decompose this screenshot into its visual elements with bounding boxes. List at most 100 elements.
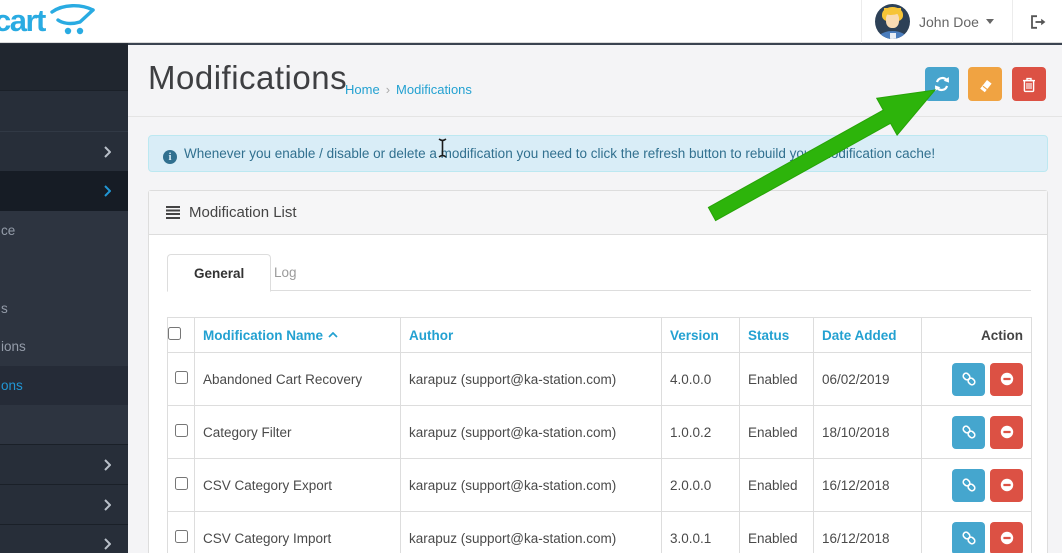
row-checkbox[interactable] — [175, 424, 188, 437]
sidebar-subitem-marketplace[interactable]: ce — [0, 211, 128, 250]
column-header-name[interactable]: Modification Name — [195, 318, 401, 353]
cell-version: 2.0.0.0 — [662, 459, 740, 512]
toggle-modification-button[interactable] — [952, 363, 985, 396]
column-header-action: Action — [922, 318, 1032, 353]
page-title: Modifications — [148, 59, 347, 97]
table-row: CSV Category Export karapuz (support@ka-… — [168, 459, 1032, 512]
sidebar-item-1[interactable] — [0, 44, 128, 90]
chevron-right-icon — [104, 185, 111, 197]
logo[interactable]: cart — [0, 0, 128, 43]
sidebar-subitem-extensions[interactable]: s — [0, 289, 128, 328]
cell-name: Abandoned Cart Recovery — [195, 353, 401, 406]
cart-icon — [49, 1, 97, 37]
column-header-status[interactable]: Status — [740, 318, 814, 353]
cell-date: 16/12/2018 — [814, 459, 922, 512]
select-all-checkbox[interactable] — [168, 327, 181, 340]
avatar — [875, 4, 910, 39]
alert-text: Whenever you enable / disable or delete … — [184, 146, 935, 161]
cell-author: karapuz (support@ka-station.com) — [401, 353, 662, 406]
column-header-author[interactable]: Author — [401, 318, 662, 353]
column-header-date[interactable]: Date Added — [814, 318, 922, 353]
minus-circle-icon — [999, 477, 1015, 493]
main-content: Modifications Home › Modifications — [128, 45, 1062, 553]
sidebar-item-5[interactable] — [0, 444, 128, 484]
cell-version: 4.0.0.0 — [662, 353, 740, 406]
disable-modification-button[interactable] — [990, 416, 1023, 449]
table-row: CSV Category Import karapuz (support@ka-… — [168, 512, 1032, 553]
info-icon — [163, 150, 177, 164]
tab-log[interactable]: Log — [248, 254, 323, 291]
clear-button[interactable] — [968, 67, 1002, 101]
breadcrumb-separator: › — [386, 82, 390, 97]
panel-title: Modification List — [189, 204, 297, 221]
cell-status: Enabled — [740, 512, 814, 553]
table-header-row: Modification Name Author Version Status … — [168, 318, 1032, 353]
cell-name: CSV Category Import — [195, 512, 401, 553]
page-header: Modifications Home › Modifications — [128, 45, 1062, 117]
sidebar-item-6[interactable] — [0, 484, 128, 524]
modification-list-panel: Modification List General Log Modificati… — [148, 190, 1048, 553]
toggle-modification-button[interactable] — [952, 469, 985, 502]
top-header: cart John Doe — [0, 0, 1062, 43]
chevron-right-icon — [104, 538, 111, 550]
opencart-admin: cart John Doe — [0, 0, 1062, 553]
disable-modification-button[interactable] — [990, 363, 1023, 396]
sidebar-nav: ce s ions ons — [0, 43, 128, 553]
info-alert: Whenever you enable / disable or delete … — [148, 135, 1048, 172]
tabs: General Log — [167, 254, 1031, 291]
row-checkbox[interactable] — [175, 371, 188, 384]
link-icon — [961, 477, 977, 493]
disable-modification-button[interactable] — [990, 469, 1023, 502]
logout-button[interactable] — [1014, 0, 1062, 43]
chevron-right-icon — [104, 146, 111, 158]
breadcrumb: Home › Modifications — [345, 82, 472, 97]
column-header-version[interactable]: Version — [662, 318, 740, 353]
row-checkbox[interactable] — [175, 530, 188, 543]
minus-circle-icon — [999, 424, 1015, 440]
sidebar-subitem-modifications[interactable]: ons — [0, 366, 128, 405]
chevron-right-icon — [104, 499, 111, 511]
cell-name: Category Filter — [195, 406, 401, 459]
modification-table: Modification Name Author Version Status … — [167, 317, 1032, 553]
refresh-icon — [934, 76, 950, 92]
trash-icon — [1021, 76, 1037, 93]
table-row: Category Filter karapuz (support@ka-stat… — [168, 406, 1032, 459]
row-checkbox[interactable] — [175, 477, 188, 490]
cell-author: karapuz (support@ka-station.com) — [401, 459, 662, 512]
sidebar-item-extensions[interactable] — [0, 171, 128, 211]
breadcrumb-home-link[interactable]: Home — [345, 82, 380, 97]
toggle-modification-button[interactable] — [952, 522, 985, 553]
minus-circle-icon — [999, 530, 1015, 546]
refresh-button[interactable] — [925, 67, 959, 101]
sidebar-submenu: ce s ions ons — [0, 211, 128, 444]
minus-circle-icon — [999, 371, 1015, 387]
link-icon — [961, 530, 977, 546]
sidebar-subitem-events[interactable] — [0, 405, 128, 444]
cell-author: karapuz (support@ka-station.com) — [401, 512, 662, 553]
user-name: John Doe — [919, 14, 979, 30]
panel-heading: Modification List — [149, 191, 1047, 235]
sidebar-subitem-installer[interactable] — [0, 250, 128, 289]
cell-version: 1.0.0.2 — [662, 406, 740, 459]
cell-status: Enabled — [740, 459, 814, 512]
sidebar-item-2[interactable] — [0, 90, 128, 131]
toggle-modification-button[interactable] — [952, 416, 985, 449]
breadcrumb-current-link[interactable]: Modifications — [396, 82, 472, 97]
cell-status: Enabled — [740, 353, 814, 406]
cell-version: 3.0.0.1 — [662, 512, 740, 553]
disable-modification-button[interactable] — [990, 522, 1023, 553]
sort-asc-icon — [328, 332, 338, 338]
sidebar-item-3[interactable] — [0, 131, 128, 171]
delete-button[interactable] — [1012, 67, 1046, 101]
sidebar-item-7[interactable] — [0, 524, 128, 553]
sign-out-icon — [1029, 14, 1047, 30]
link-icon — [961, 371, 977, 387]
cell-status: Enabled — [740, 406, 814, 459]
list-icon — [166, 206, 180, 219]
cell-date: 16/12/2018 — [814, 512, 922, 553]
header-shadow — [128, 43, 1062, 45]
table-row: Abandoned Cart Recovery karapuz (support… — [168, 353, 1032, 406]
user-menu[interactable]: John Doe — [861, 0, 1013, 43]
sidebar-subitem[interactable]: ions — [0, 327, 128, 366]
cell-date: 06/02/2019 — [814, 353, 922, 406]
